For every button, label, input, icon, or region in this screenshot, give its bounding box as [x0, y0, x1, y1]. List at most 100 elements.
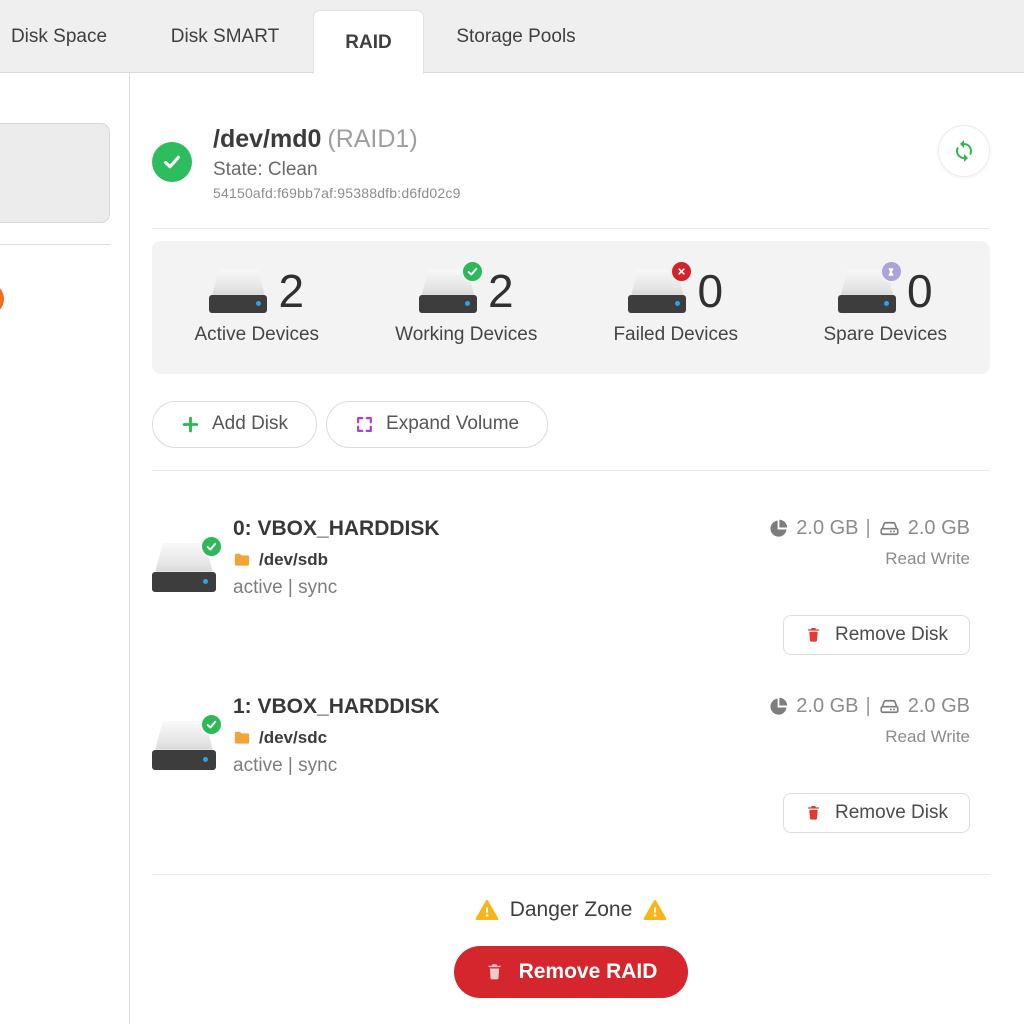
disk-used: 2.0 GB — [796, 517, 858, 540]
active-devices-label: Active Devices — [194, 324, 319, 346]
failed-cross-badge-icon — [670, 260, 693, 283]
trash-icon — [805, 626, 822, 643]
folder-icon — [233, 729, 251, 747]
tab-raid[interactable]: RAID — [313, 10, 424, 74]
disk-status: active | sync — [233, 755, 440, 777]
disk-usage-block: 2.0 GB | 2.0 GB Read Write — [768, 517, 990, 655]
stat-active-devices-top: 2 — [209, 268, 304, 314]
stat-working-devices: 2 Working Devices — [362, 268, 572, 346]
disk-usage-line: 2.0 GB | 2.0 GB — [768, 517, 970, 540]
tab-bar: Disk Space Disk SMART RAID Storage Pools — [0, 0, 1024, 73]
disk-info: 0: VBOX_HARDDISK /dev/sdb active | sync — [152, 517, 440, 599]
stat-failed-devices: 0 Failed Devices — [571, 268, 781, 346]
drive-icon — [838, 269, 896, 313]
disk-path-line: /dev/sdc — [233, 728, 440, 748]
failed-devices-count: 0 — [697, 268, 723, 314]
raid-uuid: 54150afd:f69bb7af:95388dfb:d6fd02c9 — [213, 185, 461, 201]
failed-devices-label: Failed Devices — [613, 324, 738, 346]
usage-separator: | — [866, 517, 871, 540]
drive-icon — [209, 269, 267, 313]
disk-title: 1: VBOX_HARDDISK — [233, 695, 440, 719]
drive-icon — [152, 722, 216, 770]
active-devices-count: 2 — [278, 268, 304, 314]
remove-disk-button-sdb[interactable]: Remove Disk — [783, 615, 970, 655]
content-area: /dev/md0(RAID1) State: Clean 54150afd:f6… — [0, 73, 1024, 1024]
remove-disk-label: Remove Disk — [835, 624, 948, 646]
disk-path: /dev/sdc — [259, 728, 327, 748]
check-icon — [161, 151, 183, 173]
remove-raid-label: Remove RAID — [519, 960, 658, 984]
raid-state: State: Clean — [213, 159, 461, 181]
disk-ok-badge-icon — [200, 535, 223, 558]
tab-disk-smart-label: Disk SMART — [171, 26, 279, 48]
trash-icon — [485, 962, 504, 981]
disk-mode: Read Write — [885, 727, 970, 747]
raid-title: /dev/md0(RAID1) — [213, 125, 461, 154]
danger-zone-label: Danger Zone — [510, 898, 633, 922]
drive-led-dot — [256, 301, 261, 306]
disk-info: 1: VBOX_HARDDISK /dev/sdc active | sync — [152, 695, 440, 777]
divider-header — [152, 228, 990, 229]
sidebar-divider — [0, 244, 110, 245]
disk-path-line: /dev/sdb — [233, 550, 440, 570]
disk-text: 0: VBOX_HARDDISK /dev/sdb active | sync — [233, 517, 440, 599]
tab-raid-label: RAID — [345, 32, 391, 54]
disk-text: 1: VBOX_HARDDISK /dev/sdc active | sync — [233, 695, 440, 777]
disk-capacity-icon — [878, 695, 901, 718]
trash-icon — [805, 804, 822, 821]
pie-chart-icon — [768, 696, 789, 717]
disk-row-sdb: 0: VBOX_HARDDISK /dev/sdb active | sync — [152, 471, 990, 655]
disk-capacity-icon — [878, 517, 901, 540]
disk-mode: Read Write — [885, 549, 970, 569]
refresh-button[interactable] — [938, 125, 990, 177]
warning-icon — [643, 898, 667, 922]
spare-hourglass-badge-icon — [880, 260, 903, 283]
drive-icon — [152, 544, 216, 592]
stat-spare-devices: 0 Spare Devices — [781, 268, 991, 346]
raid-clean-status-icon — [152, 142, 192, 182]
tab-storage-pools[interactable]: Storage Pools — [451, 0, 581, 73]
remove-raid-row: Remove RAID — [152, 946, 990, 998]
raid-detail-panel: /dev/md0(RAID1) State: Clean 54150afd:f6… — [130, 73, 1024, 1024]
sidebar-orange-status-icon — [0, 283, 4, 315]
spare-devices-label: Spare Devices — [823, 324, 947, 346]
disk-usage-block: 2.0 GB | 2.0 GB Read Write — [768, 695, 990, 833]
raid-actions: Add Disk Expand Volume — [152, 401, 990, 448]
remove-disk-label: Remove Disk — [835, 802, 948, 824]
disk-ok-badge-icon — [200, 713, 223, 736]
remove-raid-button[interactable]: Remove RAID — [454, 946, 689, 998]
raid-stats-panel: 2 Active Devices 2 Working D — [152, 241, 990, 374]
disk-management-app: Disk Space Disk SMART RAID Storage Pools — [0, 0, 1024, 1024]
expand-volume-button[interactable]: Expand Volume — [326, 401, 548, 448]
drive-icon — [628, 269, 686, 313]
tab-disk-space[interactable]: Disk Space — [10, 0, 108, 73]
warning-icon — [475, 898, 499, 922]
working-check-badge-icon — [461, 260, 484, 283]
drive-led-dot — [675, 301, 680, 306]
raid-level: (RAID1) — [327, 125, 417, 153]
danger-zone-header: Danger Zone — [152, 898, 990, 922]
tab-disk-space-label: Disk Space — [11, 26, 107, 48]
raid-device-name: /dev/md0 — [213, 125, 321, 153]
stat-spare-devices-top: 0 — [838, 268, 933, 314]
sidebar — [0, 73, 130, 1024]
pie-chart-icon — [768, 518, 789, 539]
add-disk-button[interactable]: Add Disk — [152, 401, 317, 448]
sidebar-raid-card[interactable] — [0, 123, 110, 223]
disk-used: 2.0 GB — [796, 695, 858, 718]
disk-capacity: 2.0 GB — [908, 517, 970, 540]
stat-active-devices: 2 Active Devices — [152, 268, 362, 346]
remove-disk-button-sdc[interactable]: Remove Disk — [783, 793, 970, 833]
plus-icon — [181, 415, 200, 434]
raid-header-text: /dev/md0(RAID1) State: Clean 54150afd:f6… — [213, 125, 461, 201]
disk-row-sdc: 1: VBOX_HARDDISK /dev/sdc active | sync — [152, 655, 990, 833]
usage-separator: | — [866, 695, 871, 718]
expand-volume-label: Expand Volume — [386, 413, 519, 435]
disk-path: /dev/sdb — [259, 550, 328, 570]
tab-disk-smart[interactable]: Disk SMART — [166, 0, 284, 73]
stat-failed-devices-top: 0 — [628, 268, 723, 314]
divider-danger — [152, 874, 990, 875]
expand-icon — [355, 415, 374, 434]
working-devices-count: 2 — [488, 268, 514, 314]
working-devices-label: Working Devices — [395, 324, 537, 346]
